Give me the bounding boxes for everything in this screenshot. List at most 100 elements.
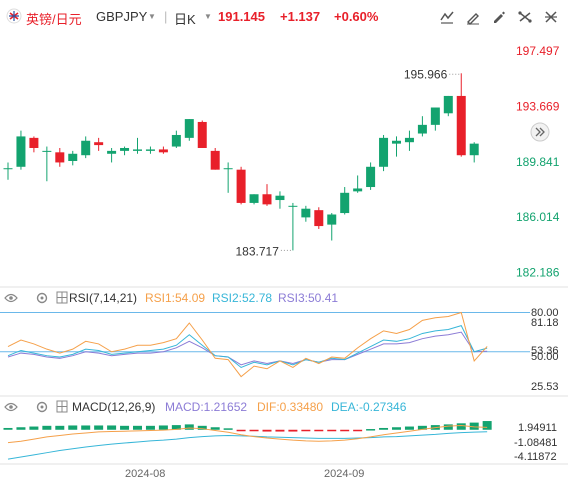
candle-body bbox=[301, 208, 311, 218]
macd-settings-icon[interactable] bbox=[36, 401, 48, 413]
rsi1-value: RSI1:54.09 bbox=[145, 291, 205, 305]
candle-body bbox=[158, 149, 168, 153]
candle-body bbox=[171, 134, 181, 147]
price-tick: 182.186 bbox=[516, 266, 560, 280]
macd-tick: 1.94911 bbox=[518, 422, 557, 434]
candle-body bbox=[340, 192, 350, 214]
chart-header: 英镑/日元 GBPJPY ▼ | 日K ▼ 191.145 +1.137 +0.… bbox=[0, 0, 568, 36]
macd-title: MACD(12,26,9) bbox=[72, 400, 155, 414]
macd-bar bbox=[133, 425, 142, 430]
rsi-axis: 80.00 81.18 53.36 50.00 25.53 bbox=[531, 307, 559, 393]
candle-body bbox=[249, 194, 259, 203]
macd-legend: MACD(12,26,9) MACD:1.21652 DIF:0.33480 D… bbox=[4, 400, 407, 414]
macd-bar bbox=[184, 424, 194, 430]
candle-body bbox=[107, 150, 117, 154]
macd-bar bbox=[55, 425, 65, 430]
compare-icon[interactable] bbox=[516, 8, 534, 26]
macd-value: MACD:1.21652 bbox=[165, 400, 247, 414]
macd-tick: -4.11872 bbox=[514, 451, 557, 463]
candle-body bbox=[469, 143, 479, 156]
macd-bar bbox=[249, 429, 259, 432]
high-marker: 195.966 bbox=[404, 67, 462, 81]
macd-bar bbox=[275, 429, 285, 432]
symbol-label[interactable]: GBPJPY bbox=[96, 9, 147, 24]
macd-bar bbox=[94, 425, 104, 430]
indicator-icon[interactable] bbox=[438, 8, 456, 26]
candle-body bbox=[81, 140, 91, 156]
candle-body bbox=[314, 210, 324, 227]
dea-value: DEA:-0.27346 bbox=[331, 400, 407, 414]
macd-bar bbox=[404, 426, 414, 430]
candle-body bbox=[120, 147, 130, 151]
pair-name: 英镑/日元 bbox=[26, 12, 82, 27]
symbol-dropdown-icon[interactable]: ▼ bbox=[148, 12, 156, 21]
macd-menu-icon[interactable] bbox=[56, 400, 68, 413]
macd-bar bbox=[16, 427, 26, 430]
macd-bar bbox=[120, 425, 130, 430]
macd-tick: -1.08481 bbox=[514, 437, 557, 449]
separator: | bbox=[164, 9, 168, 24]
macd-bar bbox=[314, 429, 324, 432]
rsi1-line bbox=[7, 311, 488, 378]
rsi-title: RSI(7,14,21) bbox=[69, 291, 137, 305]
macd-bar bbox=[456, 423, 466, 430]
price-tick: 193.669 bbox=[516, 100, 560, 114]
high-price-label: 195.966 bbox=[404, 67, 448, 81]
rsi3-value: RSI3:50.41 bbox=[278, 291, 338, 305]
rsi-tick: 50.00 bbox=[531, 351, 559, 363]
settings-icon[interactable] bbox=[542, 8, 560, 26]
macd-bar bbox=[210, 427, 220, 430]
last-price: 191.145 bbox=[218, 9, 265, 24]
draw-tool-icon[interactable] bbox=[464, 8, 482, 26]
macd-bar bbox=[42, 425, 52, 430]
macd-bar bbox=[392, 427, 401, 430]
candle-body bbox=[288, 205, 298, 207]
candle-body bbox=[133, 149, 142, 151]
low-marker: 183.717 bbox=[236, 244, 293, 258]
macd-bar bbox=[340, 429, 350, 432]
price-tick: 197.497 bbox=[516, 44, 560, 58]
macd-bar bbox=[482, 421, 492, 430]
period-selector[interactable]: 日K bbox=[174, 9, 196, 28]
candle-body bbox=[262, 194, 272, 205]
candle-body bbox=[197, 121, 207, 148]
macd-bar bbox=[262, 429, 272, 432]
candle-body bbox=[16, 136, 26, 167]
macd-eye-icon[interactable] bbox=[4, 402, 18, 412]
candle-body bbox=[236, 169, 246, 203]
rsi-eye-icon[interactable] bbox=[4, 293, 18, 303]
candle-body bbox=[443, 95, 453, 114]
price-tick: 189.841 bbox=[516, 155, 560, 169]
macd-bar bbox=[443, 424, 453, 430]
macd-bar bbox=[81, 425, 91, 430]
candle-body bbox=[404, 137, 414, 143]
candle-body bbox=[3, 168, 13, 170]
rsi-settings-icon[interactable] bbox=[36, 292, 48, 304]
rsi-menu-icon[interactable] bbox=[56, 291, 68, 304]
candle-body bbox=[379, 137, 389, 167]
macd-bar bbox=[107, 425, 117, 430]
reset-view-button[interactable] bbox=[530, 122, 550, 142]
price-change: +1.137 bbox=[280, 9, 321, 24]
x-axis-label: 2024-08 bbox=[125, 468, 165, 480]
edit-icon[interactable] bbox=[490, 8, 508, 26]
candle-body bbox=[210, 150, 220, 170]
price-axis: 197.497 193.669 189.841 186.014 182.186 bbox=[516, 44, 560, 279]
macd-bar bbox=[158, 425, 168, 430]
candle-body bbox=[55, 152, 65, 163]
macd-bar bbox=[145, 425, 155, 430]
candlestick-series bbox=[3, 73, 479, 251]
candle-body bbox=[353, 188, 363, 192]
candle-body bbox=[29, 137, 39, 148]
period-dropdown-icon[interactable]: ▼ bbox=[204, 12, 212, 21]
macd-bar bbox=[29, 426, 39, 430]
candle-body bbox=[42, 150, 52, 152]
candle-body bbox=[366, 166, 376, 188]
price-tick: 186.014 bbox=[516, 210, 560, 224]
candle-body bbox=[392, 140, 401, 144]
rsi-plot bbox=[0, 311, 530, 378]
kline-chart[interactable]: 197.497 193.669 189.841 186.014 182.186 195.… bbox=[0, 36, 568, 485]
macd-plot bbox=[3, 421, 492, 460]
rsi-tick: 81.18 bbox=[531, 317, 559, 329]
rsi3-line bbox=[7, 331, 488, 366]
